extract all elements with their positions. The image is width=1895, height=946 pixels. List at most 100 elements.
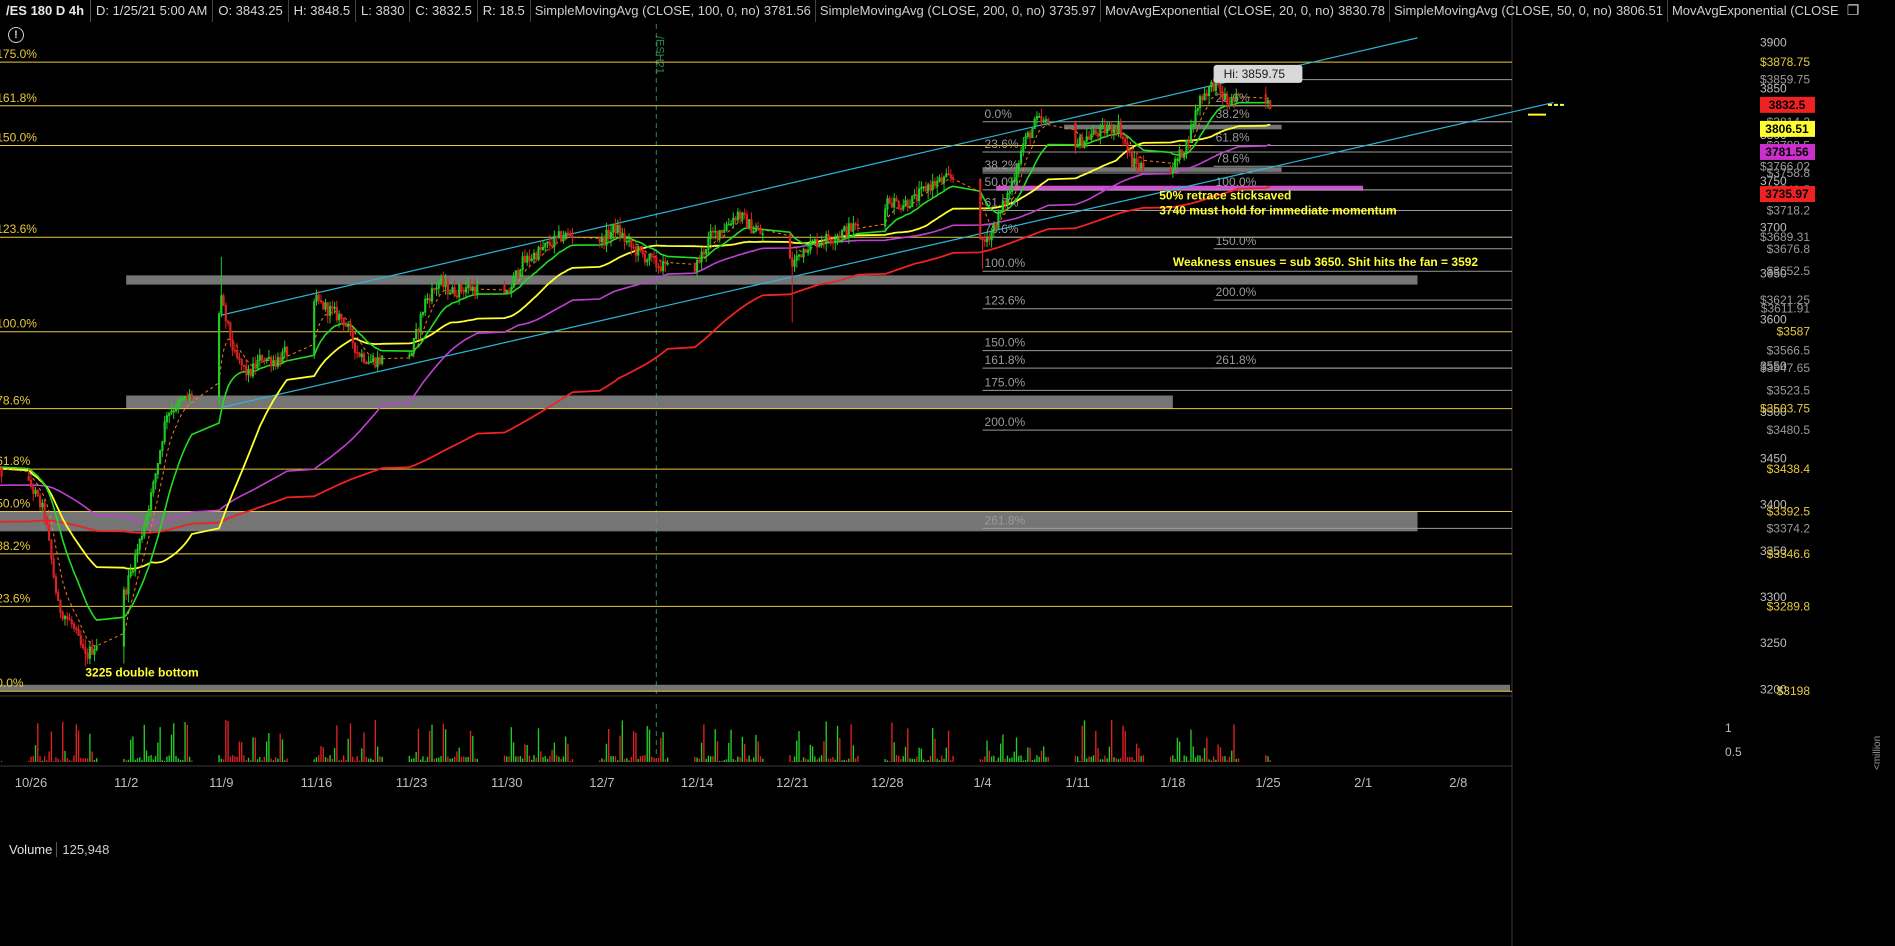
candle	[729, 219, 733, 227]
study-sma50-value: 3806.51	[1615, 3, 1663, 18]
x-tick-label: 1/25	[1255, 775, 1280, 790]
candle	[455, 289, 459, 300]
volume-bar	[188, 756, 191, 762]
window-restore-icon[interactable]: ❐	[1843, 2, 1863, 20]
candle	[245, 358, 248, 381]
candle	[1117, 114, 1120, 137]
candle	[274, 353, 277, 370]
candle	[1176, 157, 1179, 168]
volume-bar	[793, 756, 796, 762]
volume-bar	[465, 757, 467, 762]
candle	[1103, 119, 1106, 137]
candle	[1180, 149, 1183, 158]
volume-bar	[182, 760, 184, 762]
volume-bar	[177, 758, 179, 762]
candle-body	[72, 623, 76, 629]
candle	[258, 348, 261, 367]
candle-body	[1047, 119, 1050, 124]
candle	[1040, 108, 1043, 127]
candle-body	[1094, 129, 1097, 135]
candle	[526, 252, 529, 266]
candle-body	[743, 212, 746, 216]
x-tick-label: 1/11	[1066, 775, 1090, 790]
candle-body	[652, 256, 656, 259]
volume-bar	[184, 722, 186, 762]
candle	[283, 340, 286, 359]
candle-body	[417, 329, 420, 333]
candle	[1230, 93, 1233, 107]
volume-bar	[743, 744, 746, 762]
price-badge-label: 3806.51	[1765, 122, 1809, 136]
study-sma50[interactable]: SimpleMovingAvg (CLOSE, 50, 0, no) 3806.5…	[1390, 0, 1668, 22]
candle	[217, 311, 221, 405]
candle	[82, 638, 85, 651]
volume-bar	[442, 723, 445, 762]
price-chart[interactable]: 3200325033003350340034503500355036003650…	[0, 0, 1895, 946]
ema8-line	[0, 90, 1271, 647]
study-sma100[interactable]: SimpleMovingAvg (CLOSE, 100, 0, no) 3781.…	[531, 0, 816, 22]
volume-bar	[268, 733, 270, 762]
candle	[605, 222, 608, 253]
volume-bar	[130, 739, 132, 762]
candle	[523, 249, 526, 263]
candle-body	[29, 479, 33, 487]
candle	[1269, 100, 1272, 110]
candle-body	[1126, 142, 1129, 151]
symbol-label[interactable]: /ES 180 D 4h	[0, 0, 92, 22]
volume-bar	[1212, 756, 1215, 762]
candle-body	[979, 178, 982, 239]
volume-bar	[381, 756, 383, 762]
candle-body	[233, 349, 236, 352]
candle-body	[745, 214, 748, 229]
study-sma200[interactable]: SimpleMovingAvg (CLOSE, 200, 0, no) 3735.…	[816, 0, 1102, 22]
volume-tick-label: 1	[1725, 721, 1732, 735]
candle	[816, 233, 819, 255]
candle	[159, 449, 162, 465]
candle	[702, 246, 705, 259]
candle	[1022, 137, 1025, 157]
volume-bar	[753, 757, 755, 762]
volume-value: 125,948	[62, 842, 110, 857]
candle	[285, 345, 289, 361]
candle	[451, 285, 454, 294]
candle	[322, 301, 325, 311]
volume-bar	[929, 755, 932, 762]
fib-level-label: 0.0%	[0, 676, 24, 690]
candle-body	[1135, 158, 1138, 164]
candle	[831, 236, 835, 250]
candle	[281, 348, 284, 363]
candle-body	[54, 576, 58, 593]
candle-body	[351, 329, 354, 344]
study-ema20[interactable]: MovAvgExponential (CLOSE, 20, 0, no) 3830…	[1101, 0, 1390, 22]
volume-bar	[1181, 760, 1183, 762]
volume-bar	[1176, 737, 1179, 762]
candle	[630, 239, 633, 256]
candle	[372, 352, 375, 365]
candle	[428, 293, 431, 309]
candle-body	[261, 355, 264, 361]
candle	[548, 234, 551, 251]
volume-bar	[995, 760, 997, 762]
fib-level-label: 161.8%	[0, 91, 37, 105]
candle	[75, 626, 78, 634]
candle-body	[888, 198, 891, 204]
candle	[1074, 120, 1077, 155]
candle	[86, 648, 89, 664]
candle	[718, 230, 721, 243]
volume-bar	[503, 755, 506, 762]
alert-circle-icon[interactable]: !	[8, 27, 24, 43]
candle	[270, 355, 273, 373]
candle-body	[720, 230, 724, 233]
candle	[63, 614, 67, 626]
volume-bar	[657, 757, 660, 762]
candle-body	[750, 219, 753, 234]
study-ema8[interactable]: MovAvgExponential (CLOSE, 8,...	[1668, 0, 1840, 22]
candle-body	[816, 239, 819, 248]
volume-bar	[639, 756, 642, 762]
volume-bar	[802, 757, 805, 762]
volume-bar	[123, 758, 125, 762]
volume-bar	[1237, 758, 1240, 762]
volume-bar	[148, 755, 150, 762]
candle	[1108, 122, 1111, 131]
sma100-line	[0, 143, 1271, 525]
